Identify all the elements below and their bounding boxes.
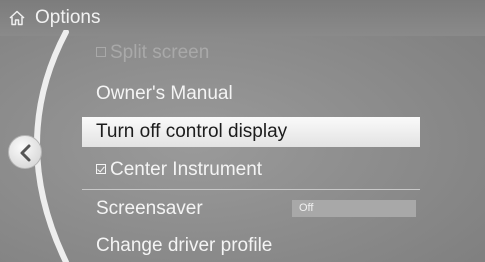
home-icon[interactable] xyxy=(8,9,26,27)
menu-item-turn-off-control-display[interactable]: Turn off control display xyxy=(82,117,420,147)
menu-item-label: Owner's Manual xyxy=(96,83,233,104)
screensaver-value[interactable]: Off xyxy=(292,200,416,217)
menu-item-label: Split screen xyxy=(110,42,210,63)
back-button[interactable] xyxy=(8,135,42,169)
divider xyxy=(82,189,420,190)
menu-item-label: Center Instrument xyxy=(110,159,263,180)
menu-item-center-instrument[interactable]: Center Instrument xyxy=(82,155,420,185)
menu-item-owners-manual[interactable]: Owner's Manual xyxy=(82,79,420,109)
chevron-left-icon xyxy=(20,144,31,162)
menu-item-label: Change driver profile xyxy=(96,235,273,256)
menu-item-split-screen[interactable]: Split screen xyxy=(82,38,420,68)
checkbox-icon xyxy=(96,47,106,57)
options-screen: Options Split screen Owner's Manual Turn… xyxy=(0,0,485,262)
menu-item-label: Turn off control display xyxy=(96,121,288,142)
checkbox-checked-icon xyxy=(96,164,106,174)
menu-item-change-driver-profile[interactable]: Change driver profile xyxy=(82,231,420,261)
page-title: Options xyxy=(35,7,101,28)
menu-item-label: Screensaver xyxy=(96,198,203,219)
